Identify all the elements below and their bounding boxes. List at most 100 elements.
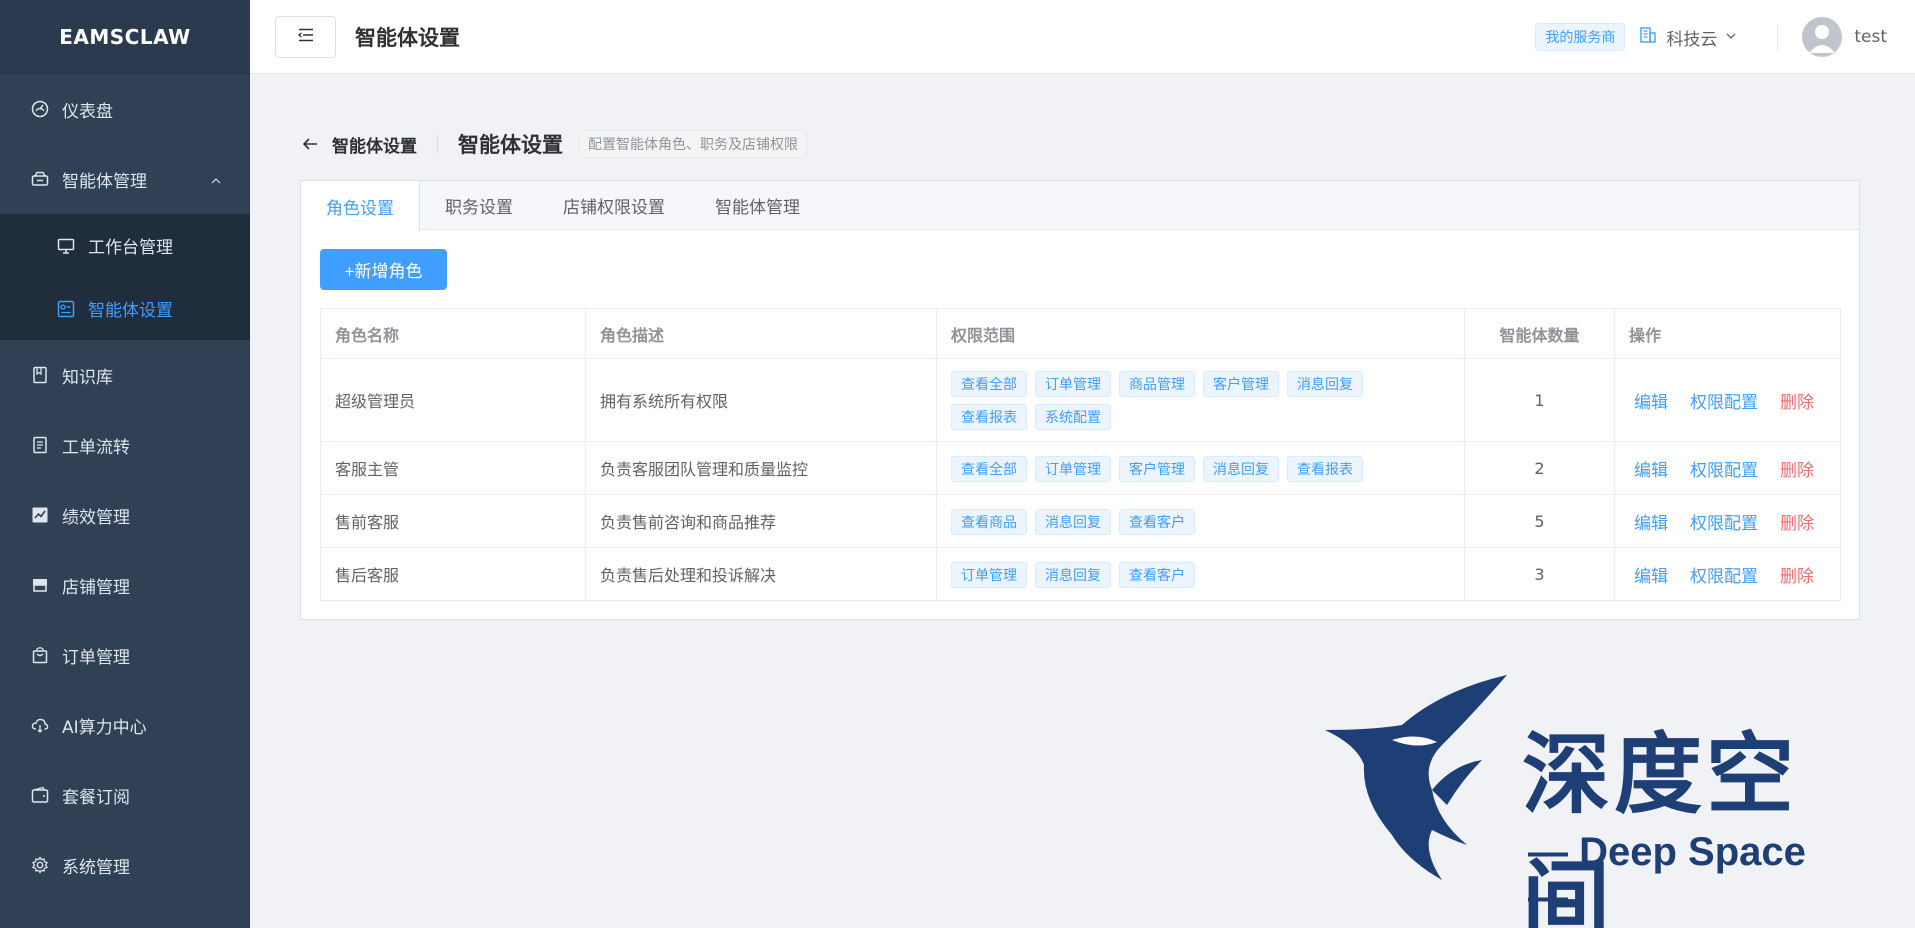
agent-icon [30, 169, 50, 189]
sidebar-item-dashboard[interactable]: 仪表盘 [0, 74, 250, 144]
sidebar-item-label: 智能体管理 [62, 171, 147, 192]
back-label[interactable]: 智能体设置 [332, 132, 417, 157]
watermark-en-text: — Deep Space — [1528, 830, 1806, 919]
permission-tag: 消息回复 [1035, 561, 1111, 588]
sidebar: EAMSCLAW 仪表盘 智能体管理 工作台管理 智能体设置 知识库 工单流转 … [0, 0, 250, 928]
column-header-actions: 操作 [1614, 308, 1841, 359]
role-desc: 拥有系统所有权限 [585, 358, 937, 442]
tab-position-settings[interactable]: 职务设置 [420, 181, 538, 230]
permission-tag: 查看客户 [1119, 508, 1195, 535]
sidebar-item-label: 系统管理 [62, 857, 130, 878]
permission-config-link[interactable]: 权限配置 [1690, 509, 1758, 534]
tab-role-settings[interactable]: 角色设置 [301, 181, 420, 231]
company-selector[interactable]: 科技云 [1639, 25, 1737, 50]
sidebar-item-agent-management[interactable]: 智能体管理 [0, 144, 250, 214]
sidebar-menu: 仪表盘 智能体管理 工作台管理 智能体设置 知识库 工单流转 绩效管理 店铺管理… [0, 74, 250, 900]
sidebar-item-knowledge-base[interactable]: 知识库 [0, 340, 250, 410]
permission-config-link[interactable]: 权限配置 [1690, 562, 1758, 587]
book-icon [30, 365, 50, 385]
edit-link[interactable]: 编辑 [1634, 456, 1668, 481]
page-description: 配置智能体角色、职务及店铺权限 [579, 130, 807, 158]
sidebar-item-ticket-flow[interactable]: 工单流转 [0, 410, 250, 480]
sidebar-item-label: 工单流转 [62, 437, 130, 458]
permission-tag: 消息回复 [1035, 508, 1111, 535]
gear-icon [30, 855, 50, 875]
bag-icon [30, 645, 50, 665]
app-logo[interactable]: EAMSCLAW [0, 0, 250, 74]
tab-store-permission-settings[interactable]: 店铺权限设置 [538, 181, 690, 230]
tab-agent-management[interactable]: 智能体管理 [690, 181, 825, 230]
permission-tag: 查看全部 [951, 455, 1027, 482]
role-name: 客服主管 [320, 441, 586, 495]
edit-link[interactable]: 编辑 [1634, 388, 1668, 413]
sidebar-item-order-management[interactable]: 订单管理 [0, 620, 250, 690]
delete-link[interactable]: 删除 [1780, 562, 1814, 587]
permission-tag: 客户管理 [1203, 371, 1279, 397]
permission-tag: 查看报表 [1287, 455, 1363, 482]
role-name: 超级管理员 [320, 358, 586, 442]
sidebar-item-label: 店铺管理 [62, 577, 130, 598]
back-arrow-icon[interactable] [300, 134, 320, 154]
permission-tags: 查看商品 消息回复 查看客户 [936, 494, 1465, 548]
role-desc: 负责售前咨询和商品推荐 [585, 494, 937, 548]
permission-tags: 订单管理 消息回复 查看客户 [936, 547, 1465, 601]
sidebar-item-agent-settings[interactable]: 智能体设置 [0, 277, 250, 340]
chevron-up-icon [210, 172, 222, 192]
sidebar-item-system-management[interactable]: 系统管理 [0, 830, 250, 900]
sidebar-item-label: 仪表盘 [62, 101, 113, 122]
top-header: 智能体设置 我的服务商 科技云 test [250, 0, 1915, 74]
permission-tag: 订单管理 [951, 561, 1027, 588]
permission-tag: 消息回复 [1203, 455, 1279, 482]
sidebar-item-store-management[interactable]: 店铺管理 [0, 550, 250, 620]
sidebar-item-performance[interactable]: 绩效管理 [0, 480, 250, 550]
table-row: 超级管理员 拥有系统所有权限 查看全部 订单管理 商品管理 客户管理 消息回复 查看报表系… [320, 358, 1841, 442]
table-row: 售后客服 负责售后处理和投诉解决 订单管理 消息回复 查看客户 3 编辑 权限配置 … [320, 547, 1841, 601]
avatar[interactable] [1802, 17, 1843, 57]
provider-badge[interactable]: 我的服务商 [1535, 23, 1626, 51]
permission-tag: 查看商品 [951, 508, 1027, 535]
permission-tag: 系统配置 [1035, 404, 1111, 430]
store-icon [30, 575, 50, 595]
delete-link[interactable]: 删除 [1780, 456, 1814, 481]
delete-link[interactable]: 删除 [1780, 388, 1814, 413]
column-header-permissions: 权限范围 [936, 308, 1465, 359]
menu-toggle-button[interactable] [275, 15, 336, 58]
agent-count: 2 [1464, 441, 1615, 495]
row-actions: 编辑 权限配置 删除 [1614, 494, 1841, 548]
sidebar-item-workbench-management[interactable]: 工作台管理 [0, 214, 250, 277]
roles-table: 角色名称 角色描述 权限范围 智能体数量 操作 超级管理员 拥有系统所有权限 查… [320, 308, 1841, 601]
column-header-agent-count: 智能体数量 [1464, 308, 1615, 359]
chart-icon [30, 505, 50, 525]
permission-tags: 查看全部 订单管理 商品管理 客户管理 消息回复 查看报表 系统配置 [936, 358, 1465, 442]
chevron-down-icon [1725, 27, 1737, 47]
column-header-role-name: 角色名称 [320, 308, 586, 359]
add-role-button[interactable]: +新增角色 [320, 249, 447, 290]
header-right: 我的服务商 科技云 test [1535, 0, 1887, 74]
building-icon [1639, 26, 1657, 49]
permission-config-link[interactable]: 权限配置 [1690, 388, 1758, 413]
permission-config-link[interactable]: 权限配置 [1690, 456, 1758, 481]
agent-count: 3 [1464, 547, 1615, 601]
permission-tag: 查看全部 [951, 371, 1027, 397]
username[interactable]: test [1854, 27, 1887, 47]
edit-link[interactable]: 编辑 [1634, 509, 1668, 534]
dashboard-icon [30, 99, 50, 119]
permission-tag: 订单管理 [1035, 371, 1111, 397]
sidebar-item-subscription[interactable]: 套餐订阅 [0, 760, 250, 830]
company-name: 科技云 [1666, 29, 1718, 50]
delete-link[interactable]: 删除 [1780, 509, 1814, 534]
shark-logo-icon [1325, 675, 1507, 880]
permission-tag: 订单管理 [1035, 455, 1111, 482]
table-row: 售前客服 负责售前咨询和商品推荐 查看商品 消息回复 查看客户 5 编辑 权限配置 … [320, 494, 1841, 548]
header-title: 智能体设置 [355, 25, 460, 50]
monitor-icon [56, 236, 76, 256]
page-title: 智能体设置 [458, 133, 563, 157]
wallet-icon [30, 785, 50, 805]
column-header-role-desc: 角色描述 [585, 308, 937, 359]
tab-bar: 角色设置 职务设置 店铺权限设置 智能体管理 [301, 181, 1859, 231]
role-name: 售后客服 [320, 547, 586, 601]
permission-tag: 查看客户 [1119, 561, 1195, 588]
sidebar-item-ai-compute[interactable]: AI算力中心 [0, 690, 250, 760]
edit-link[interactable]: 编辑 [1634, 562, 1668, 587]
agent-count: 1 [1464, 358, 1615, 442]
